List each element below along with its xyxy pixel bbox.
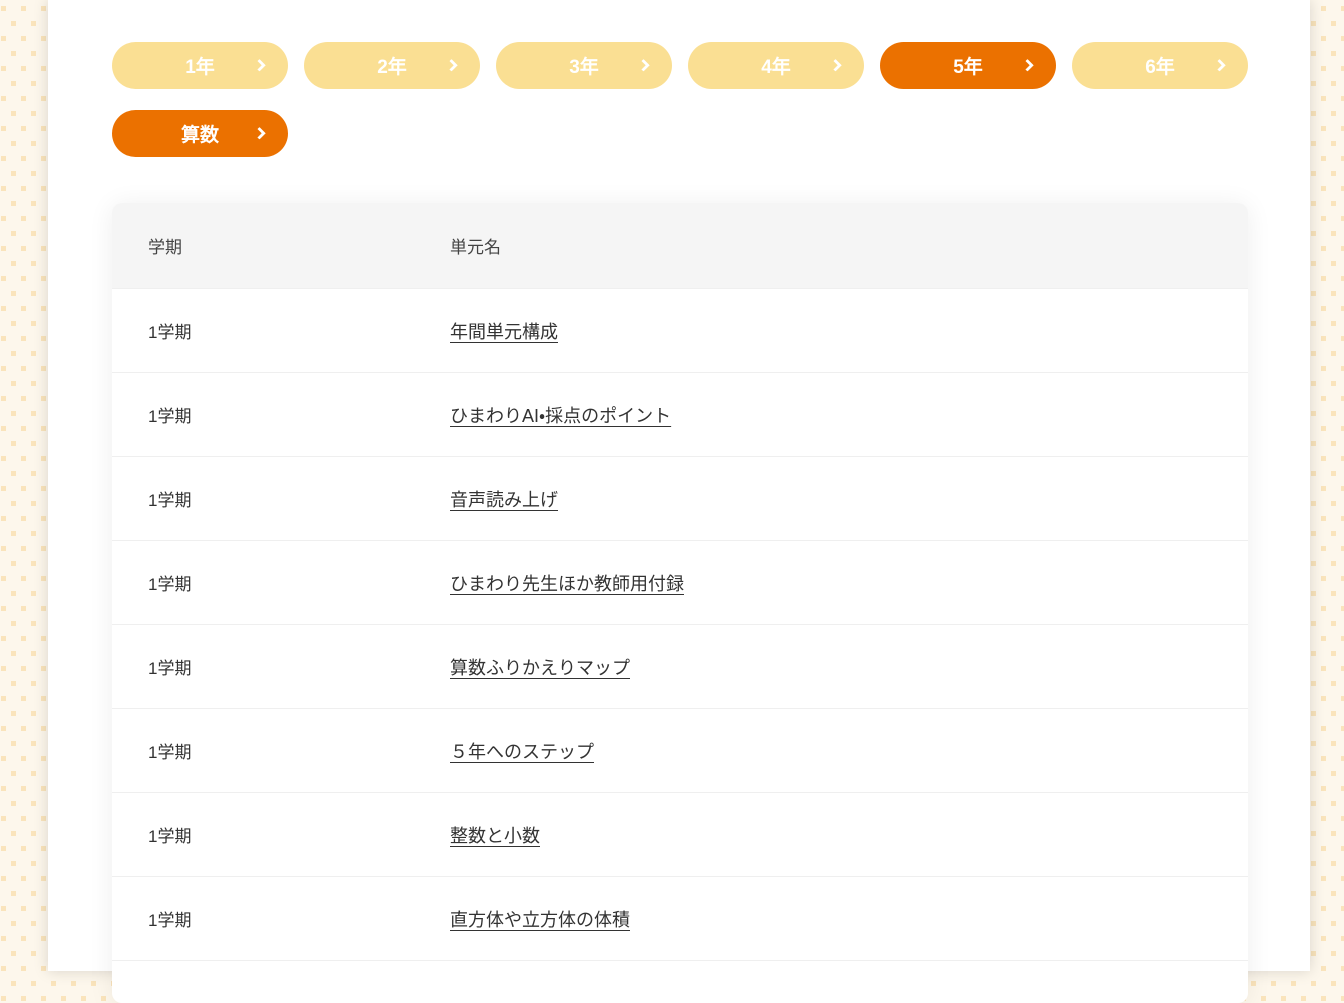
unit-link[interactable]: ５年へのステップ — [450, 742, 594, 762]
content-area: 1年 2年 3年 4年 5年 6年 — [48, 0, 1310, 971]
unit-link[interactable]: 音声読み上げ — [450, 490, 558, 510]
unit-link[interactable]: 算数ふりかえりマップ — [450, 658, 630, 678]
unit-link[interactable]: ひまわり先生ほか教師用付録 — [450, 574, 684, 594]
grade-button-label: 1年 — [185, 52, 215, 79]
chevron-right-icon — [829, 58, 842, 71]
unit-cell: ひまわり先生ほか教師用付録 — [450, 570, 1248, 596]
unit-table-card: 学期 単元名 1学期 年間単元構成 1学期 ひまわりAI・採点のポイント — [112, 203, 1248, 1003]
unit-link[interactable]: 整数と小数 — [450, 826, 540, 846]
grade-button-label: 3年 — [569, 52, 599, 79]
table-header-row: 学期 単元名 — [112, 203, 1248, 288]
chevron-right-icon — [253, 126, 266, 139]
table-row: 1学期 直方体や立方体の体積 — [112, 876, 1248, 960]
subject-button-label: 算数 — [181, 120, 219, 147]
grade-button[interactable]: 5年 — [880, 42, 1056, 89]
grade-button-label: 2年 — [377, 52, 407, 79]
unit-link[interactable]: 直方体や立方体の体積 — [450, 910, 630, 930]
grade-button[interactable]: 1年 — [112, 42, 288, 89]
grade-button[interactable]: 4年 — [688, 42, 864, 89]
unit-cell: 整数と小数 — [450, 822, 1248, 848]
unit-link[interactable]: 年間単元構成 — [450, 322, 558, 342]
chevron-right-icon — [1021, 58, 1034, 71]
term-cell: 1学期 — [112, 318, 450, 343]
grade-button-label: 5年 — [953, 52, 983, 79]
table-row: 1学期 ５年へのステップ — [112, 708, 1248, 792]
table-row: 1学期 ひまわりAI・採点のポイント — [112, 372, 1248, 456]
unit-cell: 音声読み上げ — [450, 486, 1248, 512]
term-cell: 1学期 — [112, 570, 450, 595]
subject-button[interactable]: 算数 — [112, 110, 288, 157]
term-cell: 1学期 — [112, 822, 450, 847]
unit-cell: ひまわりAI・採点のポイント — [450, 402, 1248, 428]
column-header-term: 学期 — [112, 233, 450, 258]
chevron-right-icon — [445, 58, 458, 71]
unit-cell: 年間単元構成 — [450, 318, 1248, 344]
term-cell: 1学期 — [112, 486, 450, 511]
unit-cell: ５年へのステップ — [450, 738, 1248, 764]
column-header-unit: 単元名 — [450, 233, 1248, 258]
unit-cell: 算数ふりかえりマップ — [450, 654, 1248, 680]
grade-button[interactable]: 6年 — [1072, 42, 1248, 89]
term-cell: 1学期 — [112, 654, 450, 679]
term-cell: 1学期 — [112, 906, 450, 931]
unit-link[interactable]: ひまわりAI・採点のポイント — [450, 406, 671, 426]
table-row: 1学期 算数ふりかえりマップ — [112, 624, 1248, 708]
term-cell: 1学期 — [112, 738, 450, 763]
chevron-right-icon — [253, 58, 266, 71]
grade-nav: 1年 2年 3年 4年 5年 6年 — [48, 0, 1310, 89]
grade-button-label: 4年 — [761, 52, 791, 79]
grade-button-label: 6年 — [1145, 52, 1175, 79]
table-row: 1学期 ひまわり先生ほか教師用付録 — [112, 540, 1248, 624]
unit-cell: 直方体や立方体の体積 — [450, 906, 1248, 932]
table-body: 1学期 年間単元構成 1学期 ひまわりAI・採点のポイント 1学期 音声読み上 — [112, 288, 1248, 961]
chevron-right-icon — [1213, 58, 1226, 71]
table-row: 1学期 音声読み上げ — [112, 456, 1248, 540]
grade-button[interactable]: 2年 — [304, 42, 480, 89]
subject-nav: 算数 — [48, 89, 1310, 157]
chevron-right-icon — [637, 58, 650, 71]
table-row: 1学期 年間単元構成 — [112, 288, 1248, 372]
term-cell: 1学期 — [112, 402, 450, 427]
grade-button[interactable]: 3年 — [496, 42, 672, 89]
table-row: 1学期 整数と小数 — [112, 792, 1248, 876]
